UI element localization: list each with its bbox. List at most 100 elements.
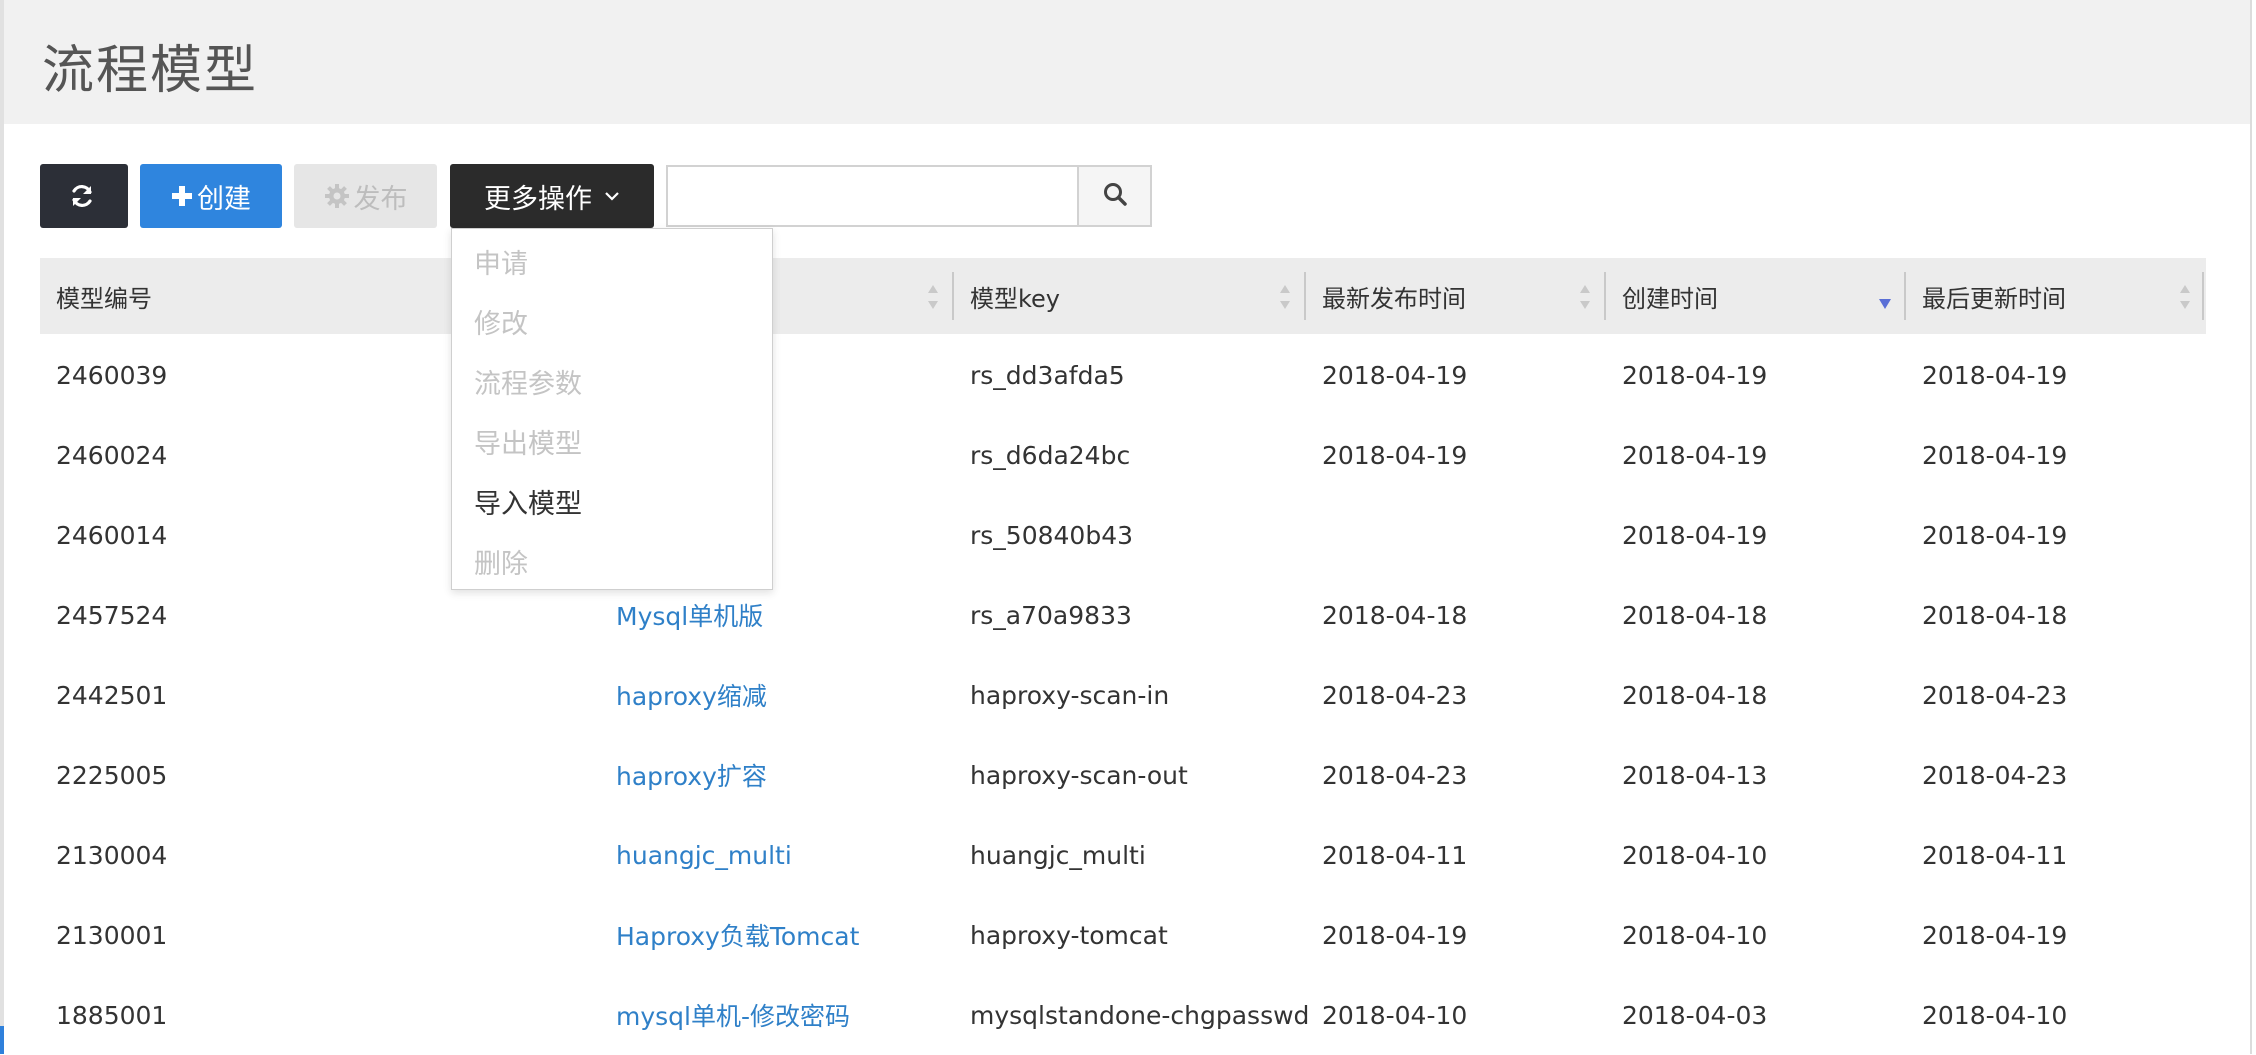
cell-updated: 2018-04-18 <box>1922 600 2068 630</box>
cell-published: 2018-04-10 <box>1322 1000 1468 1030</box>
column-divider <box>2202 272 2204 320</box>
create-button[interactable]: 创建 <box>140 164 282 228</box>
cell-key: haproxy-tomcat <box>970 920 1168 950</box>
search-button[interactable] <box>1077 165 1152 227</box>
table-row[interactable]: 1885001 mysql单机-修改密码 mysqlstandone-chgpa… <box>40 975 2206 1055</box>
table-row[interactable]: 2130004 huangjc_multi huangjc_multi 2018… <box>40 815 2206 895</box>
cell-updated: 2018-04-23 <box>1922 680 2068 710</box>
cell-name-link[interactable]: Haproxy负载Tomcat <box>616 895 859 975</box>
publish-button-label: 发布 <box>353 183 408 215</box>
more-actions-label: 更多操作 <box>484 183 592 215</box>
sort-icon[interactable] <box>1578 282 1592 312</box>
cell-name-link[interactable]: haproxy扩容 <box>616 735 767 815</box>
refresh-icon <box>69 183 95 209</box>
table-row[interactable]: 2442501 haproxy缩减 haproxy-scan-in 2018-0… <box>40 655 2206 735</box>
cell-key: rs_dd3afda5 <box>970 360 1125 390</box>
page-title: 流程模型 <box>42 41 259 101</box>
page-header: 流程模型 <box>4 0 2250 124</box>
menu-item-export-model[interactable]: 导出模型 <box>474 421 582 461</box>
cell-id: 2460039 <box>56 360 168 390</box>
search-input[interactable] <box>666 165 1077 227</box>
cell-id: 2225005 <box>56 760 168 790</box>
column-divider <box>1904 272 1906 320</box>
table-row[interactable]: 2457524 Mysql单机版 rs_a70a9833 2018-04-18 … <box>40 575 2206 655</box>
cell-id: 2457524 <box>56 600 168 630</box>
cell-id: 2460024 <box>56 440 168 470</box>
column-divider <box>952 272 954 320</box>
cell-published: 2018-04-19 <box>1322 920 1468 950</box>
cell-published: 2018-04-11 <box>1322 840 1468 870</box>
column-header-id: 模型编号 <box>56 284 152 313</box>
column-divider <box>1304 272 1306 320</box>
left-border <box>0 0 4 1054</box>
menu-item-apply[interactable]: 申请 <box>474 241 528 281</box>
cell-published: 2018-04-19 <box>1322 360 1468 390</box>
refresh-button[interactable] <box>40 164 128 228</box>
menu-item-delete[interactable]: 删除 <box>474 541 528 581</box>
plus-icon <box>171 185 193 207</box>
cell-created: 2018-04-10 <box>1622 840 1768 870</box>
column-header-key[interactable]: 模型key <box>970 258 1060 334</box>
cell-published: 2018-04-18 <box>1322 600 1468 630</box>
table-row[interactable]: 2225005 haproxy扩容 haproxy-scan-out 2018-… <box>40 735 2206 815</box>
cell-created: 2018-04-03 <box>1622 1000 1768 1030</box>
cell-created: 2018-04-13 <box>1622 760 1768 790</box>
cell-published: 2018-04-23 <box>1322 680 1468 710</box>
cell-name-link[interactable]: huangjc_multi <box>616 815 792 895</box>
menu-item-edit[interactable]: 修改 <box>474 301 528 341</box>
cell-key: haproxy-scan-out <box>970 760 1188 790</box>
column-header-published[interactable]: 最新发布时间 <box>1322 258 1466 334</box>
cell-id: 2130004 <box>56 840 168 870</box>
cell-key: huangjc_multi <box>970 840 1146 870</box>
publish-button[interactable]: 发布 <box>294 164 437 228</box>
create-button-label: 创建 <box>197 183 251 215</box>
sort-icon[interactable] <box>926 282 940 312</box>
cell-id: 2442501 <box>56 680 168 710</box>
cell-updated: 2018-04-19 <box>1922 440 2068 470</box>
cell-updated: 2018-04-10 <box>1922 1000 2068 1030</box>
cell-id: 2130001 <box>56 920 168 950</box>
cell-published: 2018-04-23 <box>1322 760 1468 790</box>
cell-updated: 2018-04-19 <box>1922 360 2068 390</box>
cell-updated: 2018-04-11 <box>1922 840 2068 870</box>
cell-created: 2018-04-19 <box>1622 360 1768 390</box>
cell-created: 2018-04-19 <box>1622 520 1768 550</box>
table-row[interactable]: 2460024 rs_d6da24bc 2018-04-19 2018-04-1… <box>40 415 2206 495</box>
cell-id: 2460014 <box>56 520 168 550</box>
cell-updated: 2018-04-23 <box>1922 760 2068 790</box>
sort-icon[interactable] <box>2178 282 2192 312</box>
table-row[interactable]: 2460014 rs_50840b43 2018-04-19 2018-04-1… <box>40 495 2206 575</box>
more-actions-menu: 申请 修改 流程参数 导出模型 导入模型 删除 <box>451 228 773 590</box>
sort-icon[interactable] <box>1278 282 1292 312</box>
cell-key: rs_a70a9833 <box>970 600 1132 630</box>
chevron-down-icon <box>604 190 620 202</box>
menu-item-import-model[interactable]: 导入模型 <box>474 481 582 521</box>
cell-id: 1885001 <box>56 1000 168 1030</box>
cell-key: mysqlstandone-chgpasswd <box>970 1000 1310 1030</box>
right-border <box>2250 0 2252 1054</box>
table-row[interactable]: 2130001 Haproxy负载Tomcat haproxy-tomcat 2… <box>40 895 2206 975</box>
cell-key: rs_50840b43 <box>970 520 1134 550</box>
cell-updated: 2018-04-19 <box>1922 920 2068 950</box>
cell-updated: 2018-04-19 <box>1922 520 2068 550</box>
cell-published: 2018-04-19 <box>1322 440 1468 470</box>
sort-desc-icon[interactable] <box>1878 282 1892 312</box>
cell-created: 2018-04-19 <box>1622 440 1768 470</box>
search-icon <box>1102 181 1128 211</box>
menu-item-process-params[interactable]: 流程参数 <box>474 361 582 401</box>
cell-created: 2018-04-10 <box>1622 920 1768 950</box>
table-header: 模型编号 模型key 最新发布时间 创建时间 最后更新时间 <box>40 258 2206 334</box>
column-header-created[interactable]: 创建时间 <box>1622 258 1718 334</box>
cell-key: haproxy-scan-in <box>970 680 1170 710</box>
gear-icon <box>324 183 350 209</box>
table-row[interactable]: 2460039 rs_dd3afda5 2018-04-19 2018-04-1… <box>40 335 2206 415</box>
cell-key: rs_d6da24bc <box>970 440 1131 470</box>
cell-created: 2018-04-18 <box>1622 600 1768 630</box>
column-divider <box>1604 272 1606 320</box>
cell-name-link[interactable]: haproxy缩减 <box>616 655 767 735</box>
cell-name-link[interactable]: mysql单机-修改密码 <box>616 975 850 1055</box>
more-actions-button[interactable]: 更多操作 <box>450 164 654 228</box>
column-header-updated[interactable]: 最后更新时间 <box>1922 258 2066 334</box>
left-scroll-marker <box>0 1026 4 1054</box>
cell-created: 2018-04-18 <box>1622 680 1768 710</box>
